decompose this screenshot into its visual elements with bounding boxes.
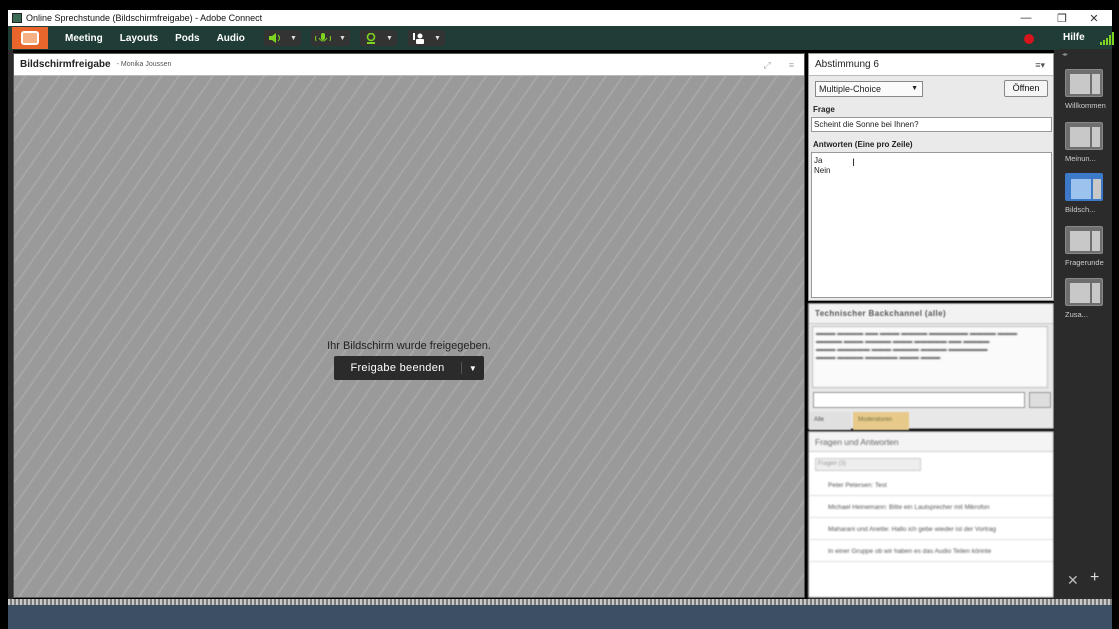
chat-pod-title: Technischer Backchannel (alle) bbox=[809, 304, 1053, 324]
share-pod-title: Bildschirmfreigabe bbox=[20, 59, 111, 70]
qa-row[interactable]: Maharani und Anette: Hallo ich gebe wied… bbox=[810, 520, 1053, 540]
qa-row[interactable]: In einer Gruppe ob wir haben es das Audi… bbox=[810, 542, 1053, 562]
menu-meeting[interactable]: Meeting bbox=[65, 33, 103, 44]
qa-pod: Fragen und Antworten Fragen (3) Peter Pe… bbox=[808, 431, 1054, 598]
stop-sharing-button[interactable]: Freigabe beenden ▼ bbox=[334, 356, 484, 380]
share-area: Ihr Bildschirm wurde freigegeben. Freiga… bbox=[14, 76, 804, 597]
window-title: Online Sprechstunde (Bildschirmfreigabe)… bbox=[26, 13, 263, 23]
rail-collapse-icon[interactable]: ◂▸ bbox=[1062, 51, 1068, 58]
qa-pod-title: Fragen und Antworten bbox=[809, 432, 1053, 452]
add-layout-icon[interactable]: + bbox=[1090, 569, 1099, 587]
connection-signal-icon bbox=[1100, 32, 1114, 45]
share-pod-header: Bildschirmfreigabe - Monika Joussen ⤢ ≡ bbox=[14, 54, 804, 76]
pod-menu-icon[interactable]: ≡▾ bbox=[1035, 60, 1045, 71]
layout-thumbnail bbox=[1065, 69, 1103, 97]
close-button[interactable]: ✕ bbox=[1076, 10, 1112, 26]
answers-label: Antworten (Eine pro Zeile) bbox=[813, 140, 913, 149]
chat-input[interactable] bbox=[813, 392, 1025, 408]
layouts-rail: ◂▸ Willkommen Meinun... Bildsch... Frage… bbox=[1060, 49, 1112, 602]
answer-line: Nein bbox=[814, 166, 831, 175]
fullscreen-icon[interactable]: ⤢ bbox=[764, 60, 771, 71]
menu-bar: Meeting Layouts Pods Audio ▼ ▼ ▼ ▼ Hilfe bbox=[8, 26, 1114, 50]
text-cursor-icon: I bbox=[852, 157, 856, 169]
bottom-bar bbox=[8, 605, 1112, 629]
microphone-icon bbox=[315, 32, 331, 41]
qa-row[interactable]: Michael Heinemann: Bitte ein Lautspreche… bbox=[810, 498, 1053, 518]
webcam-button[interactable]: ▼ bbox=[360, 30, 397, 46]
layout-zusammenfassung[interactable]: Zusa... bbox=[1065, 278, 1105, 319]
chat-tab-hosts[interactable]: Moderatoren bbox=[853, 412, 909, 430]
layout-label: Bildsch... bbox=[1065, 205, 1096, 214]
raise-hand-icon bbox=[413, 32, 424, 44]
restore-button[interactable]: ❐ bbox=[1044, 10, 1080, 26]
question-input[interactable]: Scheint die Sonne bei Ihnen? bbox=[811, 117, 1052, 132]
menu-audio[interactable]: Audio bbox=[217, 33, 245, 44]
qa-row[interactable]: Peter Petersen: Test bbox=[810, 476, 1053, 496]
chevron-down-icon[interactable]: ▼ bbox=[462, 364, 484, 373]
stop-sharing-label[interactable]: Freigabe beenden bbox=[334, 362, 462, 374]
speaker-icon bbox=[269, 33, 280, 43]
app-window: Online Sprechstunde (Bildschirmfreigabe)… bbox=[0, 0, 1119, 629]
presenter-name: - Monika Joussen bbox=[116, 61, 172, 68]
raise-hand-button[interactable]: ▼ bbox=[408, 30, 445, 46]
layout-bildschirmfreigabe[interactable]: Bildsch... bbox=[1065, 173, 1105, 214]
poll-type-value: Multiple-Choice bbox=[819, 84, 882, 94]
layout-label: Meinun... bbox=[1065, 154, 1096, 163]
send-message-button[interactable] bbox=[1029, 392, 1051, 408]
wrench-icon[interactable]: ✕ bbox=[1067, 572, 1079, 589]
poll-pod-header: Abstimmung 6 ≡▾ bbox=[809, 54, 1053, 76]
pod-menu-icon[interactable]: ≡ bbox=[789, 60, 794, 71]
layout-meinung[interactable]: Meinun... bbox=[1065, 122, 1105, 163]
adobe-connect-logo-icon[interactable] bbox=[12, 27, 48, 49]
share-status-message: Ihr Bildschirm wurde freigegeben. bbox=[327, 340, 491, 352]
layout-label: Willkommen bbox=[1065, 101, 1106, 110]
title-bar: Online Sprechstunde (Bildschirmfreigabe)… bbox=[8, 10, 1112, 26]
layout-fragerunde[interactable]: Fragerunde bbox=[1065, 226, 1105, 267]
question-label: Frage bbox=[813, 105, 835, 114]
open-poll-button[interactable]: Öffnen bbox=[1004, 80, 1048, 97]
screen-share-pod: Bildschirmfreigabe - Monika Joussen ⤢ ≡ … bbox=[13, 53, 805, 598]
poll-pod: Abstimmung 6 ≡▾ Multiple-Choice ▼ Öffnen… bbox=[808, 53, 1054, 301]
chat-pod: Technischer Backchannel (alle) ▬▬▬ ▬▬▬▬ … bbox=[808, 303, 1054, 430]
chat-messages: ▬▬▬ ▬▬▬▬ ▬▬ ▬▬▬ ▬▬▬▬ ▬▬▬▬▬▬ ▬▬▬▬ ▬▬▬ ▬▬▬▬… bbox=[812, 326, 1048, 388]
qa-filter-select[interactable]: Fragen (3) bbox=[815, 458, 921, 471]
layout-label: Fragerunde bbox=[1065, 258, 1104, 267]
recording-indicator-icon[interactable] bbox=[1024, 34, 1034, 44]
layout-thumbnail bbox=[1065, 122, 1103, 150]
poll-title: Abstimmung 6 bbox=[815, 59, 879, 70]
poll-type-select[interactable]: Multiple-Choice ▼ bbox=[815, 81, 923, 97]
layout-thumbnail bbox=[1065, 226, 1103, 254]
speaker-button[interactable]: ▼ bbox=[264, 30, 301, 46]
webcam-icon bbox=[366, 32, 376, 44]
chevron-down-icon: ▼ bbox=[911, 85, 918, 92]
chat-tab-all[interactable]: Alle bbox=[809, 412, 851, 430]
answers-textarea[interactable]: Ja Nein I bbox=[811, 152, 1052, 298]
app-icon bbox=[12, 13, 22, 23]
menu-pods[interactable]: Pods bbox=[175, 33, 199, 44]
layout-thumbnail bbox=[1065, 278, 1103, 306]
layout-thumbnail bbox=[1065, 173, 1103, 201]
answer-line: Ja bbox=[814, 156, 823, 165]
help-menu[interactable]: Hilfe bbox=[1063, 32, 1085, 43]
minimize-button[interactable]: — bbox=[1008, 10, 1044, 26]
layout-willkommen[interactable]: Willkommen bbox=[1065, 69, 1106, 110]
menu-layouts[interactable]: Layouts bbox=[120, 33, 158, 44]
microphone-button[interactable]: ▼ bbox=[311, 30, 350, 46]
layout-label: Zusa... bbox=[1065, 310, 1088, 319]
